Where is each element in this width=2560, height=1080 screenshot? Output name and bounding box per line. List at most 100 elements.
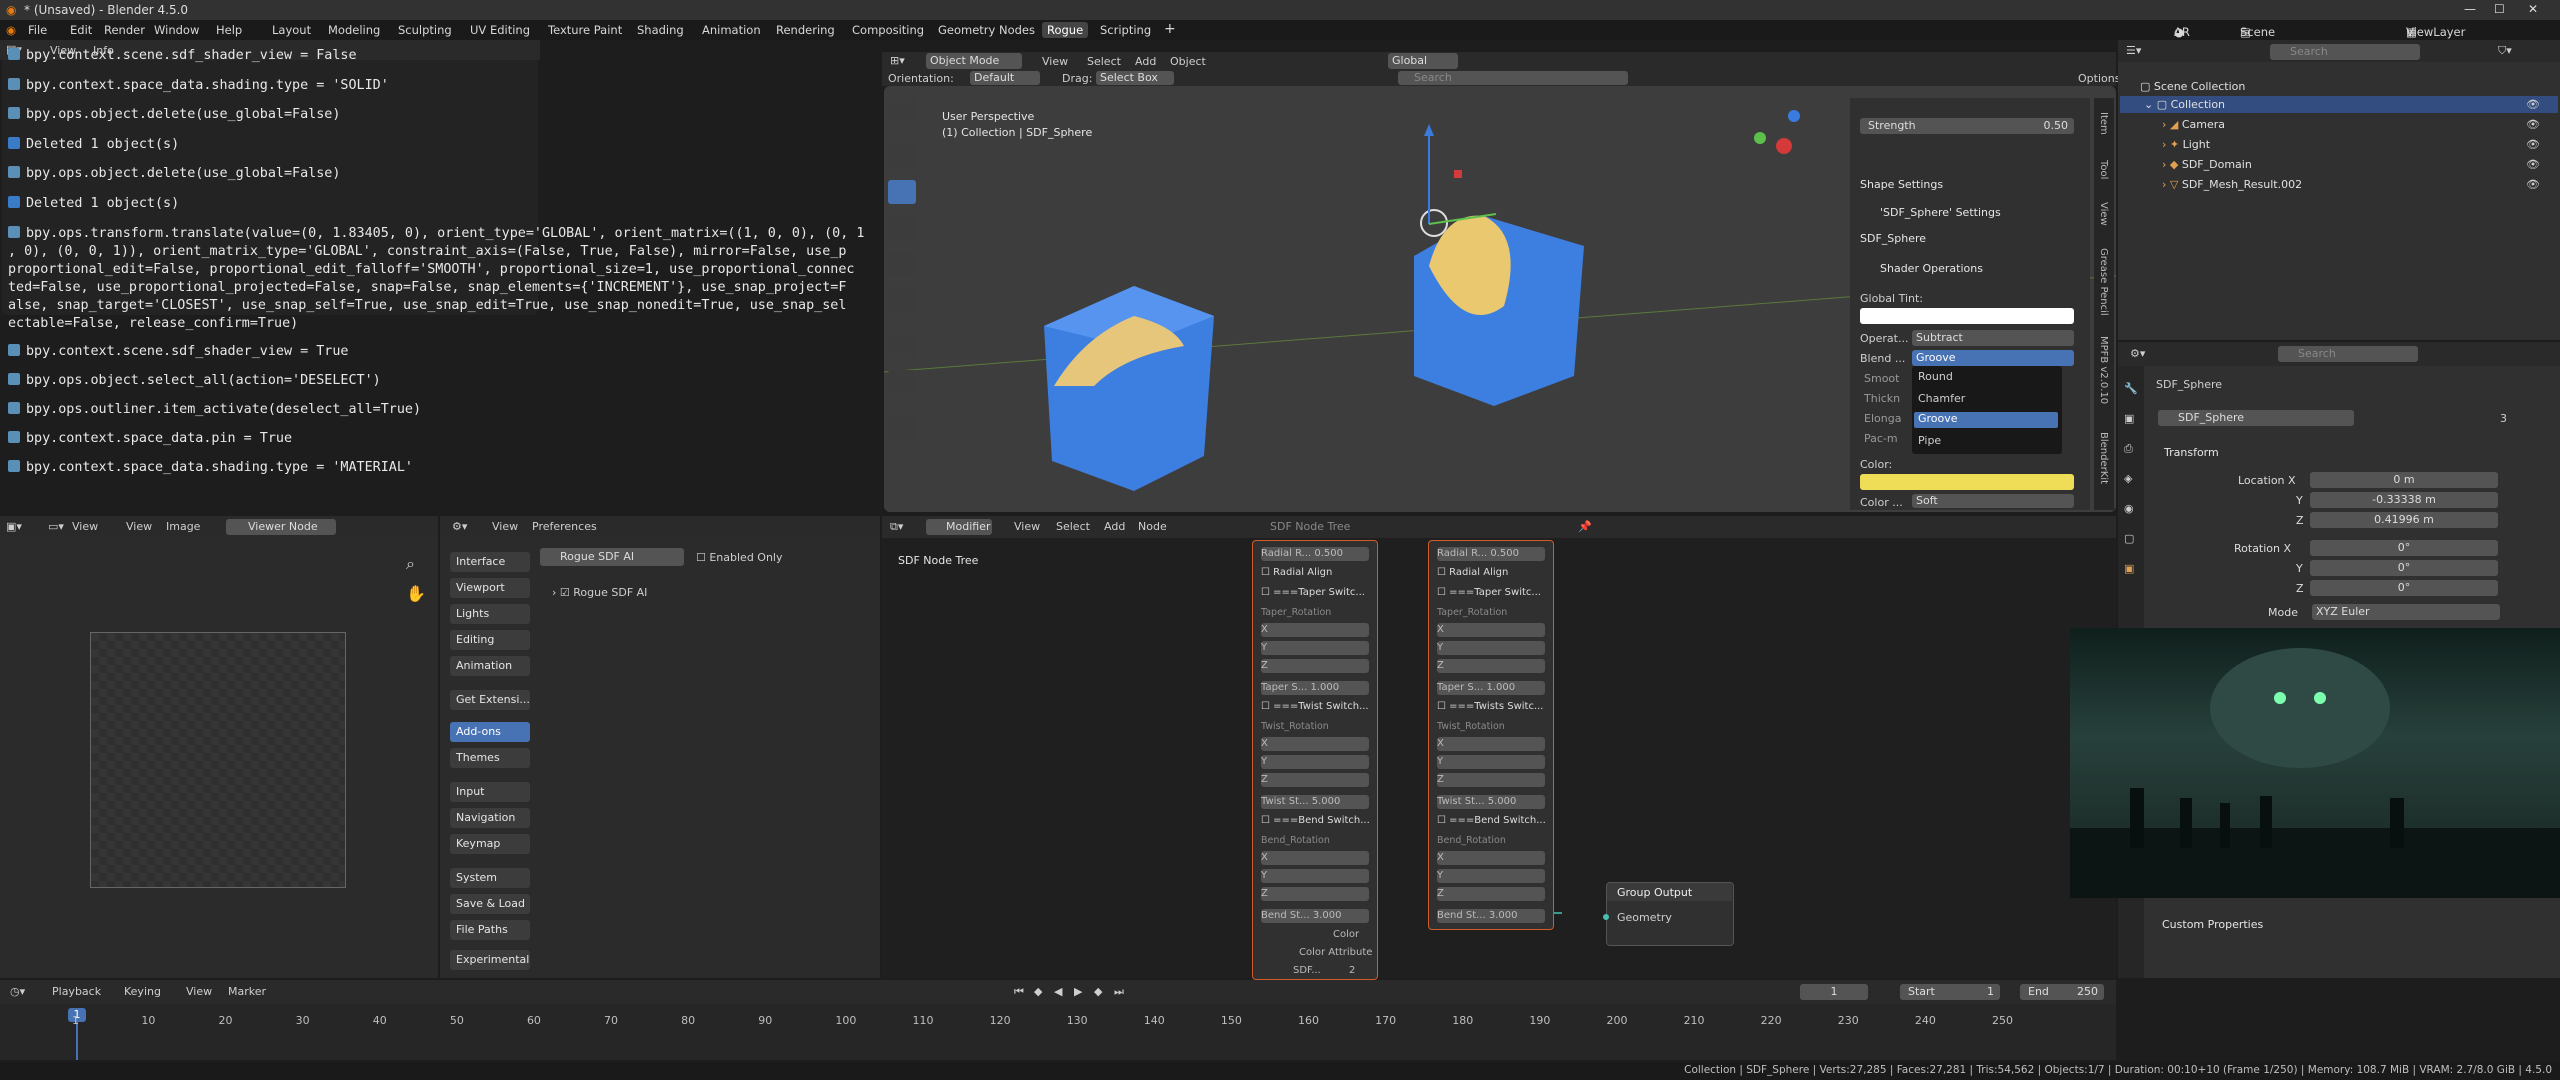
radial-align-checkbox[interactable]: ☐ Radial Align (1437, 567, 1508, 578)
rotation-x-field[interactable]: 0° (2310, 540, 2498, 556)
taper-s-field[interactable]: Taper S... 1.000 (1437, 681, 1545, 695)
menu-file[interactable]: File (28, 23, 47, 37)
prefs-tab-file-paths[interactable]: File Paths (450, 920, 530, 940)
location-y-field[interactable]: -0.33338 m (2310, 492, 2498, 508)
outliner-item-camera[interactable]: › ◢ Camera (2162, 118, 2225, 131)
current-frame-field[interactable]: 1 (1800, 984, 1868, 1000)
viewport-menu-object[interactable]: Object (1170, 55, 1206, 68)
image-menu-view[interactable]: View (72, 520, 98, 533)
close-icon[interactable]: ✕ (2528, 2, 2538, 16)
location-x-field[interactable]: 0 m (2310, 472, 2498, 488)
viewport-menu-add[interactable]: Add (1135, 55, 1156, 68)
outliner-search-input[interactable]: Search (2270, 44, 2420, 60)
taper-z-field[interactable]: Z (1437, 659, 1545, 673)
location-z-field[interactable]: 0.41996 m (2310, 512, 2498, 528)
orientation-select[interactable]: Default (970, 71, 1040, 85)
tab-grease-pencil[interactable]: Grease Pencil (2098, 248, 2109, 316)
drag-select[interactable]: Select Box (1096, 71, 1174, 85)
menu-edit[interactable]: Edit (70, 23, 92, 37)
viewer-node-select[interactable]: Viewer Node (226, 519, 336, 535)
workspace-scripting[interactable]: Scripting (1100, 23, 1151, 37)
radial-r-field[interactable]: Radial R... 0.500 (1261, 547, 1369, 561)
blend-option-groove[interactable]: Groove (1914, 412, 2058, 428)
bend-x-field[interactable]: X (1437, 851, 1545, 865)
prefs-tab-keymap[interactable]: Keymap (450, 834, 530, 854)
radial-r-field[interactable]: Radial R... 0.500 (1437, 547, 1545, 561)
timeline-menu-keying[interactable]: Keying (124, 985, 161, 998)
prefs-menu-view[interactable]: View (492, 520, 518, 533)
transform-tool-icon[interactable] (888, 288, 916, 312)
visibility-eye-icon[interactable]: 👁 (2526, 98, 2540, 111)
taper-switch-checkbox[interactable]: ☐ ===Taper Switc... (1261, 587, 1365, 598)
editor-type-icon[interactable]: ⊞▾ (890, 54, 905, 67)
pan-hand-icon[interactable]: ✋ (406, 584, 426, 603)
scene-collection-row[interactable]: ▢ Scene Collection (2140, 80, 2245, 93)
visibility-eye-icon[interactable]: 👁 (2526, 178, 2540, 191)
taper-switch-checkbox[interactable]: ☐ ===Taper Switc... (1437, 587, 1541, 598)
viewport-search-input[interactable]: Search (1398, 71, 1628, 85)
prefs-tab-animation[interactable]: Animation (450, 656, 530, 676)
twist-x-field[interactable]: X (1437, 737, 1545, 751)
prefs-menu-preferences[interactable]: Preferences (532, 520, 597, 533)
workspace-texture-paint[interactable]: Texture Paint (548, 23, 622, 37)
twist-st-field[interactable]: Twist St... 5.000 (1437, 795, 1545, 809)
prefs-tab-system[interactable]: System (450, 868, 530, 888)
workspace-uv-editing[interactable]: UV Editing (470, 23, 530, 37)
radial-align-checkbox[interactable]: ☐ Radial Align (1261, 567, 1332, 578)
rotation-y-field[interactable]: 0° (2310, 560, 2498, 576)
viewport-menu-view[interactable]: View (1042, 55, 1068, 68)
global-tint-swatch[interactable] (1860, 308, 2074, 324)
taper-z-field[interactable]: Z (1261, 659, 1369, 673)
prefs-tab-themes[interactable]: Themes (450, 748, 530, 768)
bend-z-field[interactable]: Z (1437, 887, 1545, 901)
preferences-gear-icon[interactable]: ⚙▾ (452, 520, 467, 533)
viewport-menu-select[interactable]: Select (1087, 55, 1121, 68)
maximize-icon[interactable]: ☐ (2494, 2, 2505, 16)
blend-option-round[interactable]: Round (1918, 370, 1953, 383)
editor-type-icon[interactable]: ⚙▾ (2130, 347, 2145, 360)
prefs-tab-save-load[interactable]: Save & Load (450, 894, 530, 914)
object-tab-icon[interactable]: ▣ (2124, 562, 2134, 575)
rotation-z-field[interactable]: 0° (2310, 580, 2498, 596)
twist-x-field[interactable]: X (1261, 737, 1369, 751)
prefs-tab-lights[interactable]: Lights (450, 604, 530, 624)
blend-option-pipe[interactable]: Pipe (1918, 434, 1941, 447)
image-menu-view2[interactable]: View (126, 520, 152, 533)
workspace-geometry-nodes[interactable]: Geometry Nodes (938, 23, 1035, 37)
world-tab-icon[interactable]: ◉ (2124, 502, 2134, 515)
twist-st-field[interactable]: Twist St... 5.000 (1261, 795, 1369, 809)
twist-switch-checkbox[interactable]: ☐ ===Twists Switc... (1437, 701, 1543, 712)
twist-z-field[interactable]: Z (1261, 773, 1369, 787)
taper-x-field[interactable]: X (1437, 623, 1545, 637)
end-frame-field[interactable]: End 250 (2020, 984, 2104, 1000)
collection-row[interactable]: ⌄ ▢ Collection (2144, 98, 2225, 111)
transform-header[interactable]: Transform (2164, 446, 2219, 459)
options-menu[interactable]: Options (2078, 72, 2120, 85)
image-menu-view-icon[interactable]: ▭▾ (48, 520, 64, 533)
annotate-tool-icon[interactable] (888, 334, 916, 358)
tab-item[interactable]: Item (2098, 112, 2109, 135)
workspace-layout[interactable]: Layout (272, 23, 311, 37)
play-icon[interactable]: ▶ (1074, 985, 1082, 998)
menu-render[interactable]: Render (104, 23, 145, 37)
blend-option-chamfer[interactable]: Chamfer (1918, 392, 1965, 405)
timeline-menu-marker[interactable]: Marker (228, 985, 266, 998)
play-reverse-icon[interactable]: ◀ (1054, 985, 1062, 998)
addon-list-item[interactable]: › ☑ Rogue SDF AI (552, 586, 647, 599)
scale-tool-icon[interactable] (888, 252, 916, 276)
strength-field[interactable]: Strength 0.50 (1860, 118, 2074, 134)
twist-z-field[interactable]: Z (1437, 773, 1545, 787)
taper-y-field[interactable]: Y (1437, 641, 1545, 655)
sdf-node-1[interactable]: Radial R... 0.500 ☐ Radial Align ☐ ===Ta… (1252, 540, 1378, 980)
taper-s-field[interactable]: Taper S... 1.000 (1261, 681, 1369, 695)
jump-start-icon[interactable]: ⏮ (1014, 985, 1024, 999)
editor-type-icon[interactable]: ☰▾ (2126, 44, 2141, 57)
transform-orientation[interactable]: Global (1388, 53, 1458, 69)
tab-tool[interactable]: Tool (2098, 160, 2109, 179)
enabled-only-checkbox[interactable]: ☐ Enabled Only (696, 551, 783, 564)
rotate-tool-icon[interactable] (888, 216, 916, 240)
prefs-tab-get-extensions[interactable]: Get Extensi... (450, 690, 530, 710)
workspace-shading[interactable]: Shading (637, 23, 684, 37)
twist-switch-checkbox[interactable]: ☐ ===Twist Switch... (1261, 701, 1369, 712)
bend-switch-checkbox[interactable]: ☐ ===Bend Switch... (1261, 815, 1370, 826)
